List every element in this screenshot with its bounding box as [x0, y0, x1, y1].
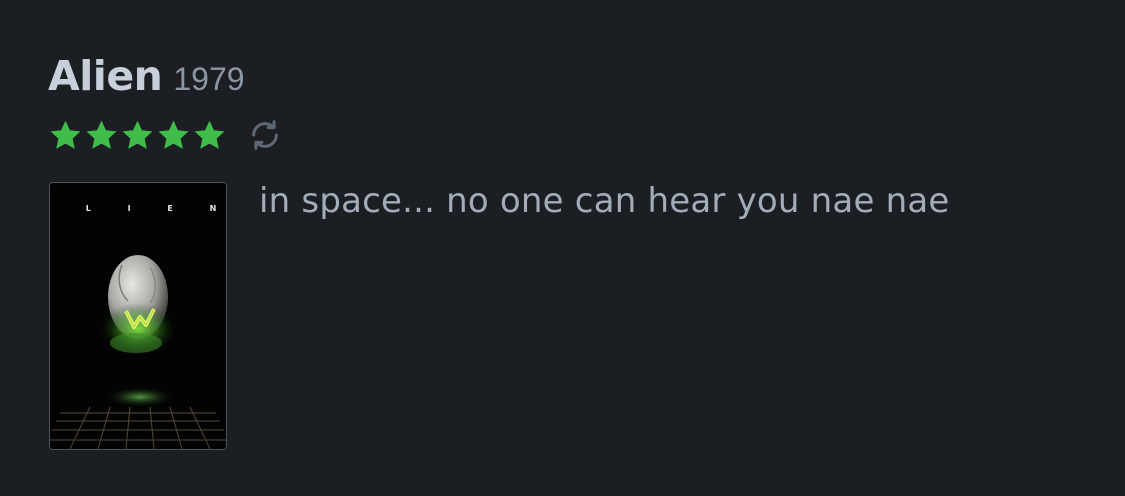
star-rating [48, 118, 228, 153]
film-poster[interactable]: A L I E N [49, 182, 227, 450]
star-icon [158, 120, 189, 149]
rating-row [48, 116, 282, 154]
star-icon [50, 120, 81, 149]
rewatch-icon [252, 120, 278, 150]
poster-logo: A L I E N [50, 204, 226, 213]
film-title[interactable]: Alien [48, 52, 163, 100]
review-text: in space... no one can hear you nae nae [259, 181, 950, 221]
star-icon [122, 120, 153, 149]
star-icon [86, 120, 117, 149]
poster-image: A L I E N [50, 183, 226, 449]
film-header: Alien 1979 [48, 52, 245, 100]
film-year[interactable]: 1979 [173, 61, 244, 98]
star-icon [194, 120, 225, 149]
